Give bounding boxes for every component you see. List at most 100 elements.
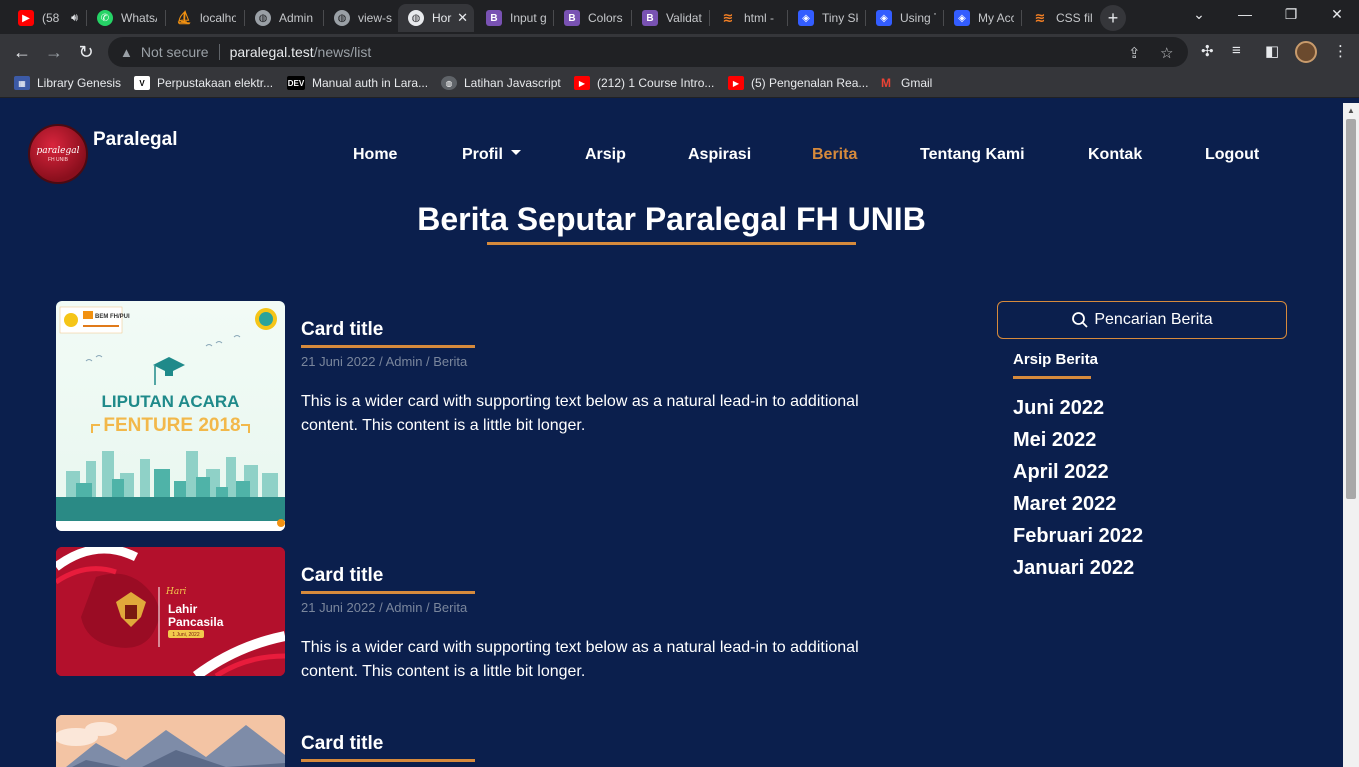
browser-tab[interactable]: ◍ Admin xyxy=(245,4,321,32)
scroll-up-icon[interactable]: ▲ xyxy=(1347,106,1355,115)
news-card: Card title xyxy=(56,715,936,767)
close-window-icon[interactable]: ✕ xyxy=(1322,6,1352,23)
browser-tab[interactable]: B Input g xyxy=(476,4,552,32)
browser-tab[interactable]: ◈ My Acc xyxy=(944,4,1020,32)
browser-tab[interactable]: ◍ view-sc xyxy=(324,4,398,32)
nav-home[interactable]: Home xyxy=(353,146,397,164)
browser-toolbar: ← → ↻ ▲ Not secure paralegal.test/news/l… xyxy=(0,34,1359,70)
tab-search-icon[interactable]: ⌄ xyxy=(1184,6,1214,23)
image-heading: Lahir xyxy=(168,602,198,616)
close-tab-icon[interactable]: ✕ xyxy=(457,10,468,26)
archive-heading: Arsip Berita xyxy=(1013,351,1099,368)
browser-tab[interactable]: ≋ CSS file xyxy=(1022,4,1098,32)
page-viewport: paralegal FH UNIB Paralegal Home Profil … xyxy=(0,103,1343,767)
liputan-acara-illustration: BEM FH/PUI LIPUTAN ACARA FENTURE 2018 xyxy=(56,306,285,531)
share-icon[interactable]: ⇪ xyxy=(1128,44,1141,62)
forward-icon[interactable]: → xyxy=(42,40,66,64)
image-script-text: Hari xyxy=(165,587,187,597)
card-text: This is a wider card with supporting tex… xyxy=(301,639,859,680)
archive-link-januari-2022[interactable]: Januari 2022 xyxy=(1013,557,1134,580)
card-meta: 21 Juni 2022 / Admin / Berita xyxy=(301,600,468,615)
news-card: BEM FH/PUI LIPUTAN ACARA FENTURE 2018 Ca… xyxy=(56,301,936,531)
whatsapp-icon: ✆ xyxy=(97,10,113,26)
brand-name[interactable]: Paralegal xyxy=(93,129,178,151)
stackoverflow-icon: ≋ xyxy=(722,10,734,25)
v-icon: V xyxy=(134,76,150,90)
browser-tab-active[interactable]: ◍ Hor ✕ xyxy=(398,4,474,32)
nav-logout[interactable]: Logout xyxy=(1205,146,1259,164)
browser-tab[interactable]: ≋ html - xyxy=(710,4,786,32)
page-scrollbar[interactable]: ▲ xyxy=(1343,103,1359,767)
news-image[interactable]: BEM FH/PUI LIPUTAN ACARA FENTURE 2018 xyxy=(56,301,285,531)
globe-icon: ◍ xyxy=(441,76,457,90)
minimize-icon[interactable]: — xyxy=(1230,6,1260,22)
bookmark-item[interactable]: ▦ Library Genesis xyxy=(14,76,121,90)
dev-icon: DEV xyxy=(287,76,305,90)
browser-tab[interactable]: ✆ WhatsA xyxy=(87,4,163,32)
reload-icon[interactable]: ↻ xyxy=(74,40,98,64)
chevron-down-icon xyxy=(510,150,521,156)
globe-icon: ◍ xyxy=(334,10,350,26)
extensions-icon[interactable]: ✣ xyxy=(1201,42,1214,60)
profile-avatar[interactable] xyxy=(1295,41,1317,63)
libgen-icon: ▦ xyxy=(14,76,30,90)
card-title-underline xyxy=(301,591,475,594)
browser-tab[interactable]: ◈ Tiny Sk xyxy=(788,4,864,32)
restore-icon[interactable]: ❐ xyxy=(1276,6,1306,23)
nav-berita[interactable]: Berita xyxy=(812,146,857,164)
news-image[interactable] xyxy=(56,715,285,767)
bookmark-item[interactable]: DEV Manual auth in Lara... xyxy=(287,76,428,90)
card-title[interactable]: Card title xyxy=(301,733,383,755)
tiny-icon: ◈ xyxy=(876,10,892,26)
browser-tab[interactable]: B Colors xyxy=(554,4,630,32)
side-panel-icon[interactable]: ◧ xyxy=(1265,42,1279,60)
warning-icon[interactable]: ▲ xyxy=(120,45,133,60)
browser-tab[interactable]: ⛵︎ localho xyxy=(166,4,242,32)
archive-link-april-2022[interactable]: April 2022 xyxy=(1013,461,1109,484)
tiny-icon: ◈ xyxy=(798,10,814,26)
site-logo[interactable]: paralegal FH UNIB xyxy=(28,124,88,184)
new-tab-button[interactable]: + xyxy=(1100,5,1126,31)
bootstrap-icon: B xyxy=(642,10,658,26)
bookmark-item[interactable]: M Gmail xyxy=(878,76,932,90)
speaker-icon: 🔊︎ xyxy=(71,11,78,24)
card-title-underline xyxy=(301,345,475,348)
archive-link-februari-2022[interactable]: Februari 2022 xyxy=(1013,525,1143,548)
youtube-icon: ▶ xyxy=(574,76,590,90)
bookmark-star-icon[interactable]: ☆ xyxy=(1160,44,1173,62)
search-news-button[interactable]: Pencarian Berita xyxy=(997,301,1287,339)
nav-kontak[interactable]: Kontak xyxy=(1088,146,1142,164)
phpmyadmin-icon: ⛵︎ xyxy=(175,10,193,25)
media-control-icon[interactable]: ≡ xyxy=(1232,42,1241,59)
bookmark-item[interactable]: ▶ (212) 1 Course Intro... xyxy=(574,76,714,90)
bookmark-item[interactable]: ▶ (5) Pengenalan Rea... xyxy=(728,76,868,90)
image-subheading: Pancasila xyxy=(168,615,224,629)
nav-arsip[interactable]: Arsip xyxy=(585,146,626,164)
archive-link-juni-2022[interactable]: Juni 2022 xyxy=(1013,397,1104,420)
bookmark-item[interactable]: ◍ Latihan Javascript xyxy=(441,76,561,90)
bookmark-item[interactable]: V Perpustakaan elektr... xyxy=(134,76,273,90)
nav-profil[interactable]: Profil xyxy=(462,146,521,164)
address-bar[interactable]: ▲ Not secure paralegal.test/news/list ⇪ … xyxy=(108,37,1188,67)
mountain-illustration xyxy=(56,715,285,767)
image-heading: LIPUTAN ACARA xyxy=(102,392,240,411)
image-badge-text: BEM FH/PUI xyxy=(95,314,130,320)
scrollbar-thumb[interactable] xyxy=(1346,119,1356,499)
image-subheading: FENTURE 2018 xyxy=(103,415,240,436)
nav-aspirasi[interactable]: Aspirasi xyxy=(688,146,751,164)
menu-dots-icon[interactable]: ⋮ xyxy=(1333,42,1348,60)
card-title[interactable]: Card title xyxy=(301,565,383,587)
browser-tab[interactable]: ▶ (58 🔊︎ xyxy=(8,4,84,32)
browser-tab[interactable]: ◈ Using T xyxy=(866,4,942,32)
back-icon[interactable]: ← xyxy=(10,40,34,64)
bootstrap-icon: B xyxy=(486,10,502,26)
news-image[interactable]: Hari Lahir Pancasila 1 Juni, 2022 xyxy=(56,547,285,676)
nav-tentang-kami[interactable]: Tentang Kami xyxy=(920,146,1025,164)
archive-link-mei-2022[interactable]: Mei 2022 xyxy=(1013,429,1096,452)
page-title: Berita Seputar Paralegal FH UNIB xyxy=(417,201,926,237)
pancasila-illustration: Hari Lahir Pancasila 1 Juni, 2022 xyxy=(56,547,285,676)
browser-tab[interactable]: B Validat xyxy=(632,4,708,32)
card-title[interactable]: Card title xyxy=(301,319,383,341)
archive-link-maret-2022[interactable]: Maret 2022 xyxy=(1013,493,1116,516)
globe-icon: ◍ xyxy=(255,10,271,26)
